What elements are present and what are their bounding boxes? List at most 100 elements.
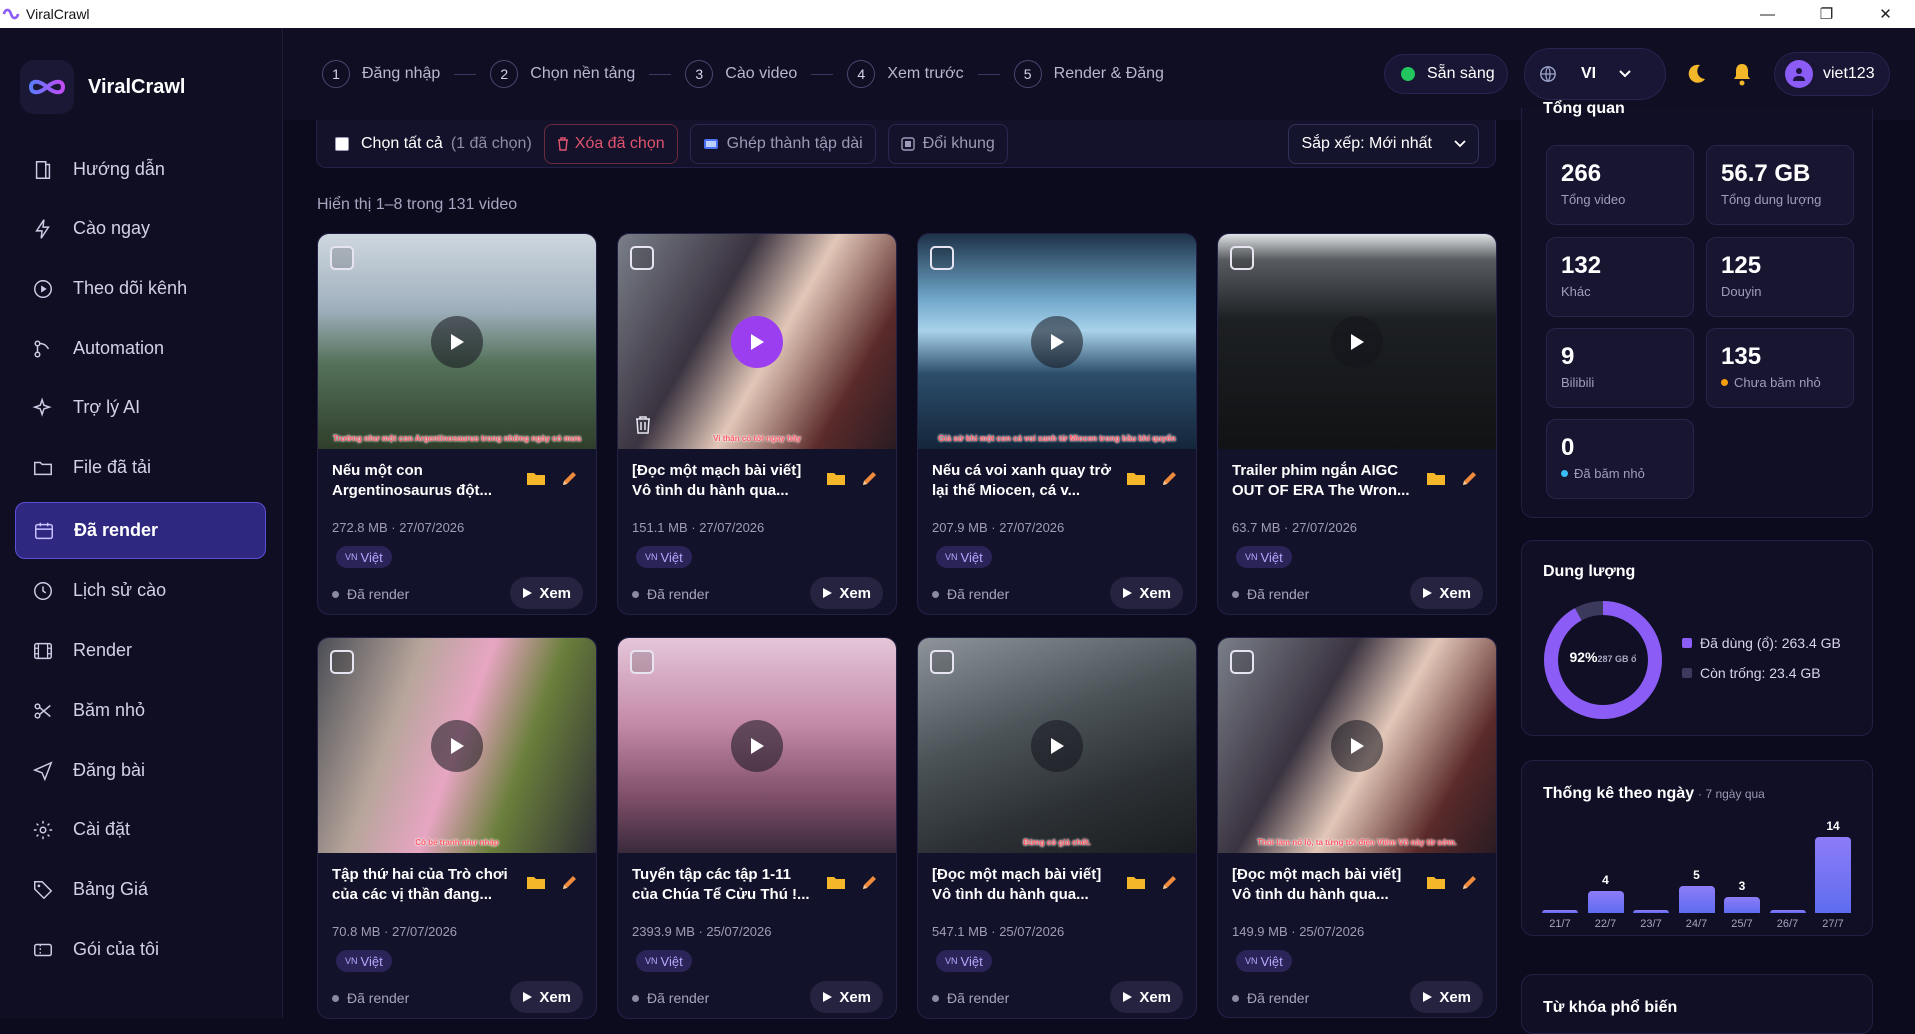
sidebar-item-1[interactable]: Cào ngay	[15, 200, 266, 257]
folder-icon[interactable]	[526, 470, 546, 486]
edit-pencil-icon[interactable]	[1460, 874, 1478, 892]
folder-icon[interactable]	[526, 874, 546, 890]
status-label: Đã render	[347, 990, 410, 1006]
maximize-button[interactable]: ❐	[1797, 0, 1856, 28]
sidebar-item-0[interactable]: Hướng dẫn	[15, 141, 266, 198]
play-button[interactable]	[731, 315, 783, 368]
trash-icon[interactable]	[634, 415, 652, 435]
video-thumbnail[interactable]: Vi thận có tới ngay bây	[618, 234, 896, 449]
step-label: Cào video	[725, 65, 798, 82]
brand[interactable]: ViralCrawl	[0, 28, 282, 146]
video-thumbnail[interactable]: Đừng có giả chết.	[918, 638, 1196, 853]
view-button[interactable]: Xem	[810, 981, 883, 1013]
sidebar-item-6[interactable]: Đã render	[15, 502, 266, 559]
edit-pencil-icon[interactable]	[560, 470, 578, 488]
view-button[interactable]: Xem	[510, 981, 583, 1013]
video-card[interactable]: Cô bé tranh như nhập Tập thứ hai của Trò …	[317, 637, 597, 1019]
view-button[interactable]: Xem	[1110, 981, 1183, 1013]
view-button[interactable]: Xem	[1410, 981, 1483, 1013]
card-select-checkbox[interactable]	[630, 650, 654, 674]
video-card[interactable]: Vi thận có tới ngay bây [Đọc một mạch bài…	[617, 233, 897, 615]
edit-pencil-icon[interactable]	[560, 874, 578, 892]
step-4[interactable]: 4 Xem trước	[847, 60, 964, 88]
sidebar-item-7[interactable]: Lịch sử cào	[15, 562, 266, 619]
card-select-checkbox[interactable]	[930, 650, 954, 674]
video-thumbnail[interactable]: Thôi làm nổ lộ, ta từng tới điện Viêm Võ…	[1218, 638, 1496, 853]
video-thumbnail[interactable]: Trường như một con Argentinosaurus trong…	[318, 234, 596, 449]
play-button[interactable]	[1331, 315, 1383, 368]
card-select-checkbox[interactable]	[330, 650, 354, 674]
edit-pencil-icon[interactable]	[1160, 470, 1178, 488]
language-label: Việt	[960, 953, 983, 969]
sidebar-item-4[interactable]: Trợ lý AI	[15, 379, 266, 436]
view-button[interactable]: Xem	[1410, 577, 1483, 609]
card-select-checkbox[interactable]	[930, 246, 954, 270]
video-thumbnail[interactable]: Cô bé tranh như nhập	[318, 638, 596, 853]
step-3[interactable]: 3 Cào video	[685, 60, 797, 88]
play-button[interactable]	[431, 719, 483, 772]
card-select-checkbox[interactable]	[1230, 650, 1254, 674]
edit-pencil-icon[interactable]	[860, 874, 878, 892]
select-all-checkbox[interactable]	[335, 136, 349, 151]
play-button[interactable]	[431, 315, 483, 368]
language-badge: VN Việt	[336, 546, 392, 568]
sidebar-item-13[interactable]: Gói của tôi	[15, 921, 266, 978]
delete-selected-button[interactable]: Xóa đã chọn	[543, 123, 678, 164]
bell-icon[interactable]	[1730, 61, 1754, 87]
folder-icon[interactable]	[1126, 470, 1146, 486]
sidebar-item-2[interactable]: Theo dõi kênh	[15, 260, 266, 317]
play-button[interactable]	[1031, 719, 1083, 772]
card-actions	[826, 874, 878, 892]
chart-bar	[1769, 910, 1806, 913]
sidebar-item-label: Cào ngay	[73, 218, 151, 238]
step-1[interactable]: 1 Đăng nhập	[322, 60, 440, 88]
language-select[interactable]: VI	[1524, 48, 1666, 100]
step-2[interactable]: 2 Chọn nền tảng	[490, 60, 635, 88]
edit-pencil-icon[interactable]	[860, 470, 878, 488]
play-button[interactable]	[1331, 719, 1383, 772]
play-button[interactable]	[731, 719, 783, 772]
folder-icon[interactable]	[826, 874, 846, 890]
view-button[interactable]: Xem	[810, 577, 883, 609]
video-card[interactable]: Đừng có giả chết. [Đọc một mạch bài viết]…	[917, 637, 1197, 1019]
selected-count: (1 đã chọn)	[450, 134, 532, 152]
sidebar-item-12[interactable]: Bảng Giá	[15, 861, 266, 918]
select-all-control[interactable]: Chọn tất cả (1 đã chọn)	[335, 135, 532, 153]
view-button[interactable]: Xem	[1110, 577, 1183, 609]
reframe-button[interactable]: Đổi khung	[887, 123, 1008, 164]
folder-icon[interactable]	[826, 470, 846, 486]
sidebar-item-9[interactable]: Băm nhỏ	[15, 682, 266, 739]
sidebar-item-3[interactable]: Automation	[15, 320, 266, 377]
sidebar-item-5[interactable]: File đã tải	[15, 439, 266, 496]
edit-pencil-icon[interactable]	[1460, 470, 1478, 488]
card-select-checkbox[interactable]	[1230, 246, 1254, 270]
sort-select[interactable]: Sắp xếp: Mới nhất	[1288, 123, 1479, 164]
video-card[interactable]: Giả sử khi một con cá voi xanh từ Miocen…	[917, 233, 1197, 615]
folder-icon[interactable]	[1426, 874, 1446, 890]
minimize-button[interactable]: —	[1738, 0, 1797, 28]
video-card[interactable]: Trailer phim ngắn AIGC OUT OF ERA The Wr…	[1217, 233, 1497, 615]
video-card[interactable]: Thôi làm nổ lộ, ta từng tới điện Viêm Võ…	[1217, 637, 1497, 1018]
play-button[interactable]	[1031, 315, 1083, 368]
card-select-checkbox[interactable]	[330, 246, 354, 270]
folder-icon[interactable]	[1426, 470, 1446, 486]
status-label: Đã render	[1247, 990, 1310, 1006]
sidebar-item-8[interactable]: Render	[15, 622, 266, 679]
step-5[interactable]: 5 Render & Đăng	[1013, 60, 1164, 88]
card-select-checkbox[interactable]	[630, 246, 654, 270]
sidebar-item-10[interactable]: Đăng bài	[15, 742, 266, 799]
sidebar-item-11[interactable]: Cài đặt	[15, 801, 266, 858]
moon-icon[interactable]	[1684, 62, 1708, 86]
edit-pencil-icon[interactable]	[1160, 874, 1178, 892]
video-card[interactable]: Tuyển tập các tập 1-11 của Chúa Tể Cửu T…	[617, 637, 897, 1019]
video-thumbnail[interactable]	[1218, 234, 1496, 449]
user-menu[interactable]: viet123	[1774, 52, 1890, 96]
view-button[interactable]: Xem	[510, 577, 583, 609]
video-card[interactable]: Trường như một con Argentinosaurus trong…	[317, 233, 597, 615]
close-window-button[interactable]: ✕	[1856, 0, 1915, 28]
video-thumbnail[interactable]	[618, 638, 896, 853]
folder-icon[interactable]	[1126, 874, 1146, 890]
merge-button[interactable]: Ghép thành tập dài	[689, 123, 876, 164]
used-swatch	[1682, 638, 1692, 648]
video-thumbnail[interactable]: Giả sử khi một con cá voi xanh từ Miocen…	[918, 234, 1196, 449]
